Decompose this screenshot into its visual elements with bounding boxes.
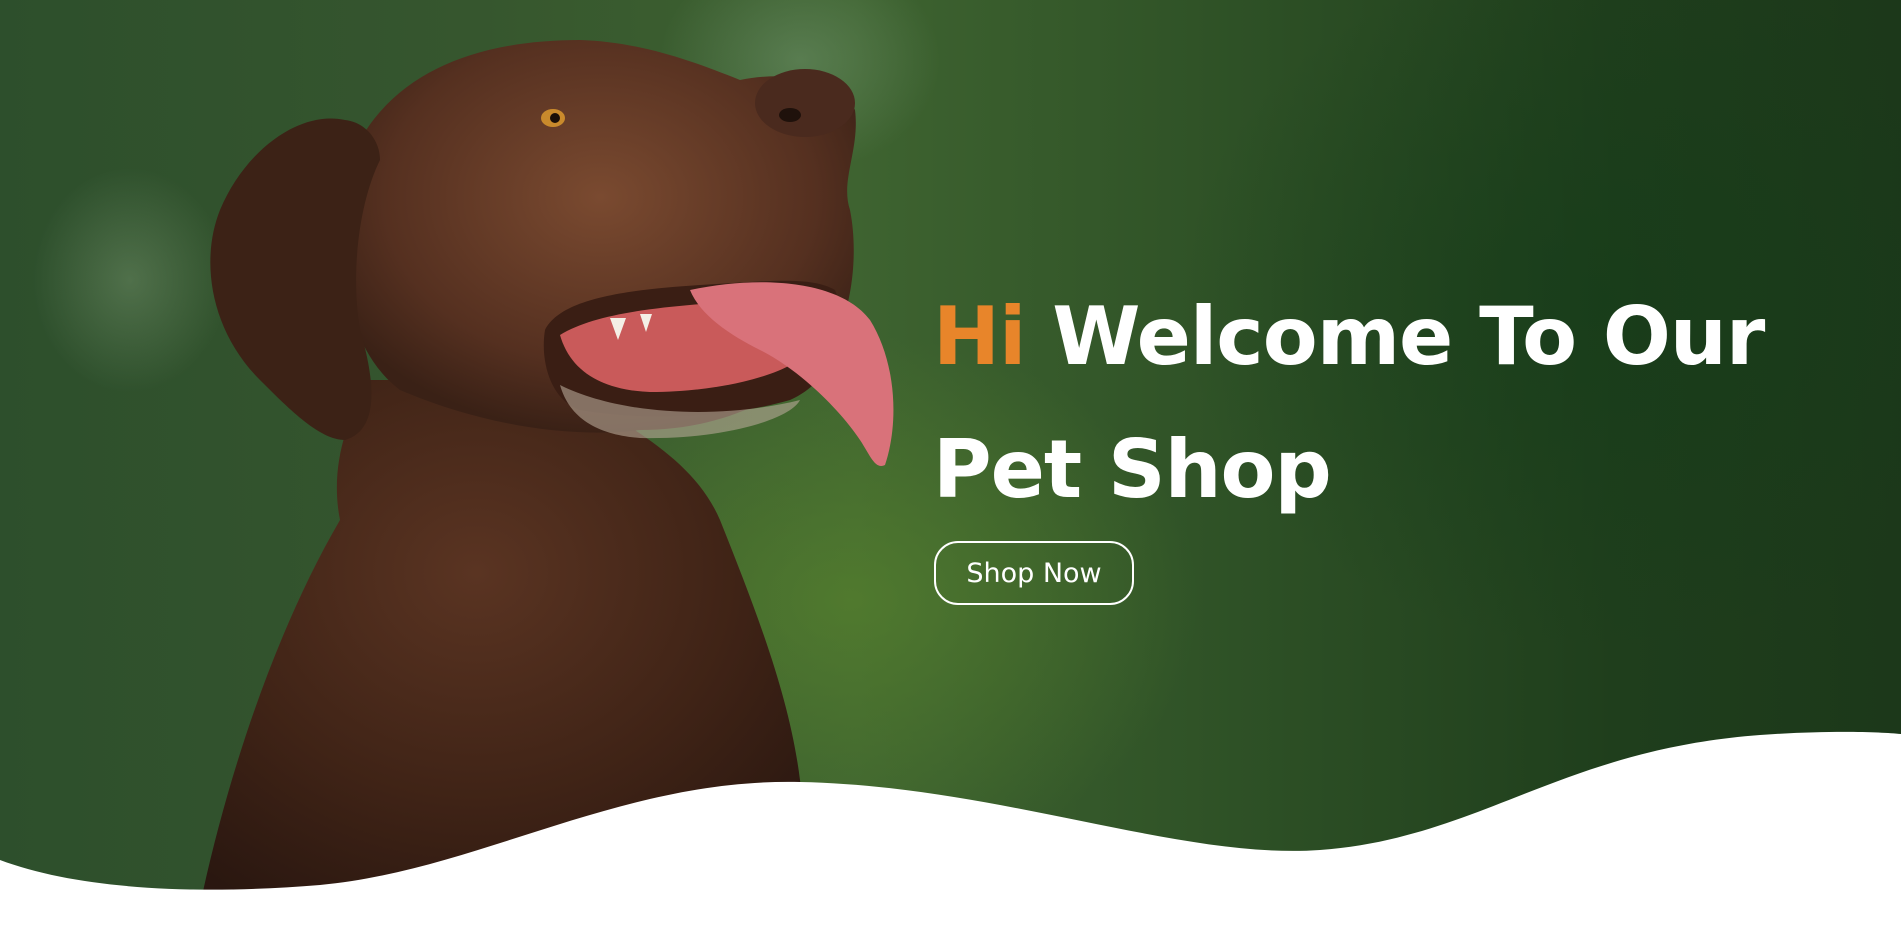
shop-now-button[interactable]: Shop Now (934, 541, 1134, 605)
hero-headline: Hi Welcome To Our Pet Shop (933, 270, 1833, 536)
dog-ear (210, 118, 380, 440)
headline-accent: Hi (933, 290, 1026, 383)
headline-line-1: Welcome To Our (1052, 290, 1765, 383)
hero-banner: Hi Welcome To Our Pet Shop Shop Now (0, 0, 1901, 930)
wave-divider (0, 731, 1901, 930)
dog-nose (755, 69, 855, 137)
headline-line-2: Pet Shop (933, 423, 1332, 516)
